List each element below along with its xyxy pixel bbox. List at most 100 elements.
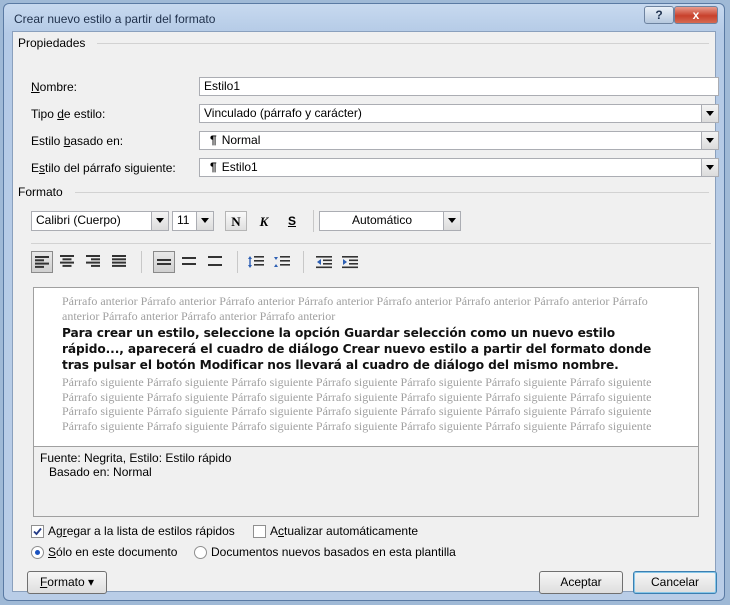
- style-description: Fuente: Negrita, Estilo: Estilo rápido B…: [33, 447, 699, 517]
- double-spacing-icon: [208, 256, 222, 266]
- font-size-dropdown[interactable]: 11: [172, 211, 214, 231]
- dropdown-arrow-icon: ▾: [88, 575, 95, 589]
- chevron-down-icon[interactable]: [701, 105, 718, 122]
- font-name-value: Calibri (Cuerpo): [36, 213, 121, 227]
- toolbar-separator: [31, 243, 711, 244]
- auto-update-label-post: tualizar automáticamente: [284, 524, 419, 538]
- chevron-down-icon[interactable]: [701, 132, 718, 149]
- name-label: Nombre:: [31, 80, 77, 94]
- chevron-down-icon[interactable]: [196, 212, 213, 230]
- preview-previous-paragraph: Párrafo anterior Párrafo anterior Párraf…: [62, 294, 648, 323]
- decrease-indent-button[interactable]: [313, 251, 335, 273]
- only-this-document-radio[interactable]: [31, 546, 44, 559]
- paragraph-toolbar: [31, 251, 711, 275]
- properties-separator: [97, 43, 709, 44]
- align-center-button[interactable]: [57, 251, 79, 273]
- italic-button[interactable]: K: [253, 211, 275, 231]
- align-right-button[interactable]: [83, 251, 105, 273]
- chevron-down-icon[interactable]: [701, 159, 718, 176]
- new-documents-radio[interactable]: [194, 546, 207, 559]
- based-on-label-post: asado en:: [70, 134, 124, 148]
- increase-indent-icon: [342, 256, 358, 269]
- bold-button[interactable]: N: [225, 211, 247, 231]
- checkmark-icon: [33, 527, 42, 536]
- chevron-down-icon[interactable]: [151, 212, 168, 230]
- decrease-spacing-before-button[interactable]: [271, 251, 293, 273]
- name-label-text: ombre:: [39, 80, 78, 94]
- name-input[interactable]: Estilo1: [199, 77, 719, 96]
- add-quick-label-post: egar a la lista de estilos rápidos: [66, 524, 235, 538]
- single-spacing-button[interactable]: [153, 251, 175, 273]
- one-half-spacing-icon: [182, 257, 196, 265]
- add-to-quick-styles-label[interactable]: Agregar a la lista de estilos rápidos: [48, 524, 235, 538]
- paragraph-mark-icon: ¶: [210, 160, 217, 174]
- justify-icon: [112, 255, 126, 267]
- underline-button[interactable]: S: [281, 211, 303, 231]
- chevron-down-icon[interactable]: [443, 212, 460, 230]
- auto-update-label[interactable]: Actualizar automáticamente: [270, 524, 418, 538]
- preview-content: Párrafo anterior Párrafo anterior Párraf…: [62, 294, 668, 433]
- justify-button[interactable]: [109, 251, 131, 273]
- align-left-icon: [35, 256, 49, 268]
- style-type-dropdown[interactable]: Vinculado (párrafo y carácter): [199, 104, 719, 123]
- paragraph-mark-icon: ¶: [210, 133, 217, 147]
- based-on-label-pre: Estilo: [31, 134, 64, 148]
- format-group-title: Formato: [18, 185, 63, 199]
- format-menu-button[interactable]: Formato ▾: [27, 571, 107, 594]
- font-toolbar: Calibri (Cuerpo) 11 N K S Automático: [31, 210, 711, 233]
- dialog-content: Propiedades Nombre: Estilo1 Tipo de esti…: [12, 31, 719, 594]
- dialog-title: Crear nuevo estilo a partir del formato: [14, 12, 216, 26]
- toolbar-divider: [313, 210, 314, 232]
- name-label-key: N: [31, 80, 40, 94]
- next-style-label-post: tilo del párrafo siguiente:: [45, 161, 176, 175]
- increase-indent-button[interactable]: [339, 251, 361, 273]
- font-color-value: Automático: [351, 213, 413, 227]
- add-quick-label-pre: Ag: [48, 524, 63, 538]
- based-on-label: Estilo basado en:: [31, 134, 123, 148]
- one-half-spacing-button[interactable]: [179, 251, 201, 273]
- format-button-text: ormato: [47, 575, 85, 589]
- toolbar-divider: [141, 251, 142, 273]
- single-spacing-icon: [157, 259, 171, 265]
- decrease-indent-icon: [316, 256, 332, 269]
- font-color-dropdown[interactable]: Automático: [319, 211, 461, 231]
- style-type-label-post: e estilo:: [63, 107, 106, 121]
- next-paragraph-style-dropdown[interactable]: ¶ Estilo1: [199, 158, 719, 177]
- font-size-value: 11: [177, 213, 190, 227]
- dialog-window: Crear nuevo estilo a partir del formato …: [3, 3, 725, 601]
- next-style-label-pre: E: [31, 161, 40, 175]
- style-type-label: Tipo de estilo:: [31, 107, 105, 121]
- only-this-document-label[interactable]: Sólo en este documento: [48, 545, 177, 559]
- only-this-doc-label-post: ólo en este documento: [56, 545, 178, 559]
- next-paragraph-style-label: Estilo del párrafo siguiente:: [31, 161, 176, 175]
- next-style-value: Estilo1: [221, 160, 258, 174]
- spacing-after-icon: [274, 256, 290, 267]
- title-bar[interactable]: Crear nuevo estilo a partir del formato …: [4, 4, 724, 34]
- auto-update-label-pre: A: [270, 524, 279, 538]
- new-documents-label[interactable]: Documentos nuevos basados en esta planti…: [211, 545, 456, 559]
- toolbar-divider: [237, 251, 238, 273]
- only-this-doc-label-key: S: [48, 545, 57, 559]
- cancel-button[interactable]: Cancelar: [633, 571, 717, 594]
- format-separator: [75, 192, 709, 193]
- preview-sample-paragraph: Para crear un estilo, seleccione la opci…: [62, 326, 652, 372]
- toolbar-divider: [303, 251, 304, 273]
- auto-update-checkbox[interactable]: [253, 525, 266, 538]
- description-based-on-line: Basado en: Normal: [49, 465, 152, 479]
- align-left-button[interactable]: [31, 251, 53, 273]
- help-button[interactable]: ?: [644, 6, 674, 24]
- style-type-value: Vinculado (párrafo y carácter): [204, 106, 362, 120]
- align-center-icon: [60, 255, 74, 267]
- based-on-dropdown[interactable]: ¶ Normal: [199, 131, 719, 150]
- increase-spacing-before-button[interactable]: [245, 251, 267, 273]
- double-spacing-button[interactable]: [205, 251, 227, 273]
- spacing-before-icon: [248, 256, 264, 268]
- style-type-label-pre: Tipo: [31, 107, 58, 121]
- accept-button[interactable]: Aceptar: [539, 571, 623, 594]
- description-font-line: Fuente: Negrita, Estilo: Estilo rápido: [40, 451, 232, 465]
- font-name-dropdown[interactable]: Calibri (Cuerpo): [31, 211, 169, 231]
- preview-following-paragraph: Párrafo siguiente Párrafo siguiente Párr…: [62, 375, 652, 433]
- close-button[interactable]: x: [674, 6, 718, 24]
- style-type-label-key: d: [57, 107, 64, 121]
- add-to-quick-styles-checkbox[interactable]: [31, 525, 44, 538]
